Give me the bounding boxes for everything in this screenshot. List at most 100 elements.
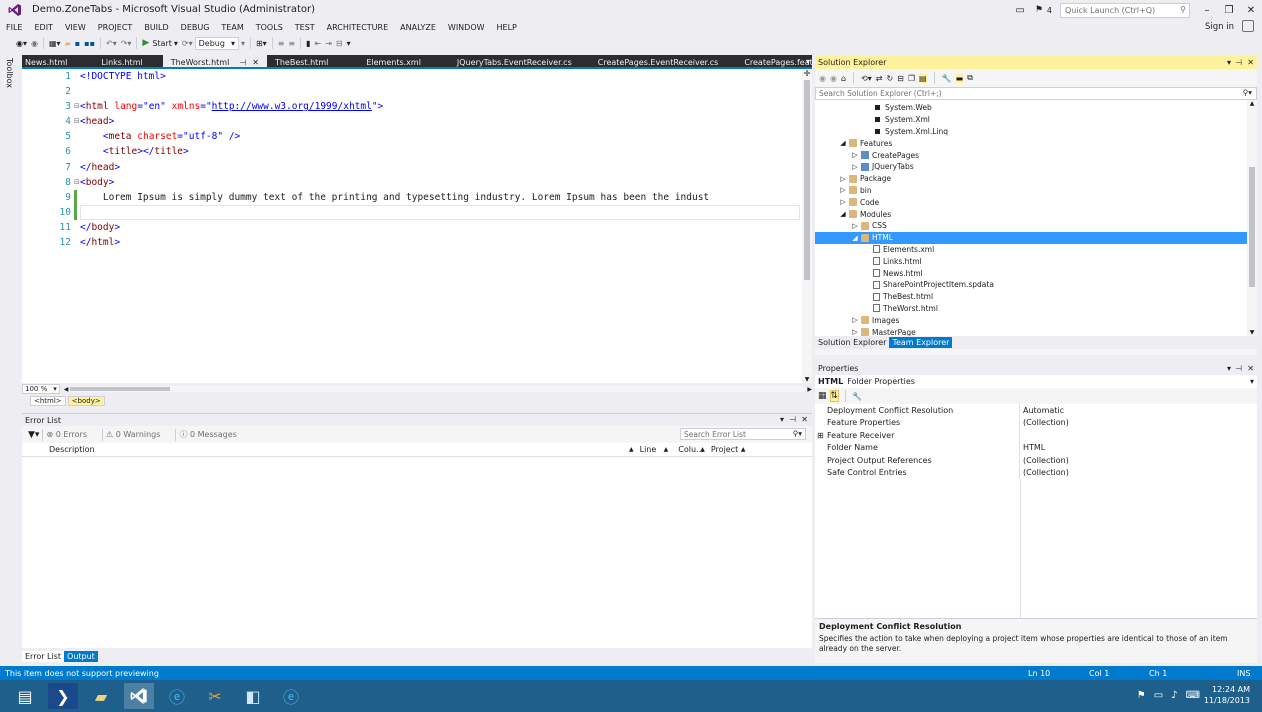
browser-link-icon[interactable]: ⊞▾ <box>256 36 267 50</box>
tree-item[interactable]: System.Xml <box>815 114 1257 126</box>
zoom-dropdown[interactable]: 100 % ▾ <box>22 384 60 394</box>
scroll-down-icon[interactable]: ▼ <box>802 376 812 383</box>
tools-icon[interactable]: ✂ <box>200 683 230 709</box>
indent-icon[interactable]: ≡ <box>278 36 285 50</box>
preview-icon[interactable]: ▬ <box>955 73 964 83</box>
copy-icon[interactable]: ❐ <box>908 74 915 83</box>
tree-item[interactable]: TheBest.html <box>815 291 1257 303</box>
collapsed-arrow-icon[interactable]: ▷ <box>839 186 847 194</box>
menu-edit[interactable]: EDIT <box>28 23 58 32</box>
menu-build[interactable]: BUILD <box>138 23 174 32</box>
collapse-all-icon[interactable]: ⊟ <box>897 74 904 83</box>
collapsed-arrow-icon[interactable]: ▷ <box>851 316 859 324</box>
code-editor[interactable]: 1 2 3 4 5 6 7 8 9 10 11 12 ⊟ ⊟ ⊟ <!DOCTY… <box>22 69 812 383</box>
expanded-arrow-icon[interactable]: ◢ <box>839 210 847 218</box>
property-row[interactable]: Safe Control Entries (Collection) <box>815 466 1257 479</box>
categorized-icon[interactable]: ▦ <box>818 391 827 401</box>
notification-flag-icon[interactable]: ⚑ <box>1035 5 1043 15</box>
tree-item[interactable]: ▷ Code <box>815 196 1257 208</box>
file-explorer-icon[interactable]: ▰ <box>86 683 116 709</box>
pin-icon[interactable]: ⊣ <box>239 58 246 67</box>
tree-item[interactable]: ◢ HTML <box>815 231 1257 244</box>
tree-item[interactable]: ▷ Images <box>815 314 1257 326</box>
toolbar-options-icon[interactable]: ▾ <box>241 36 245 50</box>
horizontal-scrollbar[interactable] <box>70 386 806 392</box>
menu-test[interactable]: TEST <box>289 23 321 32</box>
taskbar-clock[interactable]: 12:24 AM 11/18/2013 <box>1204 684 1250 706</box>
tree-item[interactable]: News.html <box>815 267 1257 279</box>
menu-view[interactable]: VIEW <box>59 23 92 32</box>
bookmark-prev-icon[interactable]: ⇤ <box>315 36 322 50</box>
expand-icon[interactable]: ⊞ <box>817 431 824 440</box>
menu-team[interactable]: TEAM <box>215 23 249 32</box>
tray-volume-icon[interactable]: ♪ <box>1171 690 1177 701</box>
tabs-dropdown-icon[interactable]: ▾ <box>806 57 810 66</box>
tree-item[interactable]: Links.html <box>815 255 1257 267</box>
notification-count[interactable]: 4 <box>1047 6 1052 15</box>
menu-window[interactable]: WINDOW <box>442 23 491 32</box>
column-header-line[interactable]: Line <box>640 445 664 454</box>
close-button[interactable]: ✕ <box>1240 5 1262 16</box>
forward-icon[interactable]: ◉ <box>31 36 38 50</box>
history-icon[interactable]: ⟲▾ <box>861 74 872 83</box>
back-icon[interactable]: ◉▾ <box>16 36 27 50</box>
tree-item[interactable]: ▷ JQueryTabs <box>815 161 1257 173</box>
property-row[interactable]: Project Output References (Collection) <box>815 454 1257 467</box>
tree-item[interactable]: ▷ CreatePages <box>815 149 1257 161</box>
property-pages-icon[interactable]: 🔧 <box>852 392 862 401</box>
property-row[interactable]: Feature Properties (Collection) <box>815 416 1257 430</box>
redo-icon[interactable]: ↷▾ <box>121 36 132 50</box>
pin-icon[interactable]: ⊣ <box>789 415 796 424</box>
avatar[interactable] <box>1242 20 1254 32</box>
tree-vertical-scrollbar[interactable]: ▲ ▼ <box>1247 100 1257 336</box>
properties-wrench-icon[interactable]: 🔧 <box>942 74 952 83</box>
restore-button[interactable]: ❐ <box>1218 5 1240 16</box>
property-value[interactable]: (Collection) <box>1020 417 1069 430</box>
close-icon[interactable]: ✕ <box>1247 364 1254 373</box>
expanded-arrow-icon[interactable]: ◢ <box>839 139 847 147</box>
solution-tree[interactable]: System.Web System.Xml System.Xml.Linq ◢ Feat… <box>815 100 1257 336</box>
scroll-thumb[interactable] <box>804 80 810 280</box>
error-list-body[interactable] <box>22 457 812 648</box>
refresh-icon[interactable]: ⟳▾ <box>182 36 193 50</box>
breadcrumb-body[interactable]: <body> <box>67 396 105 406</box>
internet-explorer-icon[interactable]: ⓔ <box>162 683 192 709</box>
collapsed-arrow-icon[interactable]: ▷ <box>851 151 859 159</box>
tray-flag-icon[interactable]: ⚑ <box>1137 690 1146 701</box>
visual-studio-taskbar-icon[interactable] <box>124 683 154 709</box>
close-icon[interactable]: ✕ <box>1247 58 1254 67</box>
bookmark-next-icon[interactable]: ⇥ <box>325 36 332 50</box>
save-icon[interactable]: ▪ <box>75 36 80 50</box>
code-area[interactable]: <!DOCTYPE html> <html lang="en" xmlns="h… <box>80 69 800 383</box>
column-header-column[interactable]: Colu... <box>678 445 703 454</box>
outdent-icon[interactable]: ≡ <box>288 36 295 50</box>
errors-toggle[interactable]: ⊗ 0 Errors <box>46 430 87 439</box>
toolbar-overflow-icon[interactable]: ▾ <box>347 36 351 50</box>
collapsed-arrow-icon[interactable]: ▷ <box>851 163 859 171</box>
toolbox-tab[interactable]: Toolbox <box>5 58 14 88</box>
column-header-description[interactable]: Description <box>49 445 629 454</box>
tree-item[interactable]: ◢ Features <box>815 137 1257 149</box>
tray-network-icon[interactable]: ▭ <box>1154 690 1163 701</box>
undo-icon[interactable]: ↶▾ <box>106 36 117 50</box>
pin-icon[interactable]: ⊣ <box>1235 364 1242 373</box>
scroll-left-icon[interactable]: ◀ <box>64 386 69 393</box>
tab-output[interactable]: Output <box>64 650 98 662</box>
tree-item[interactable]: TheWorst.html <box>815 303 1257 315</box>
scroll-up-icon[interactable]: ▲ <box>1247 100 1257 107</box>
menu-project[interactable]: PROJECT <box>92 23 139 32</box>
menu-help[interactable]: HELP <box>491 23 523 32</box>
sync-icon[interactable]: ⇄ <box>876 74 883 83</box>
tree-item[interactable]: ▷ bin <box>815 185 1257 197</box>
bookmark-icon[interactable]: ▮ <box>306 36 310 50</box>
collapsed-arrow-icon[interactable]: ▷ <box>851 222 859 230</box>
property-row[interactable]: Folder Name HTML <box>815 441 1257 454</box>
column-header-project[interactable]: Project <box>711 445 741 454</box>
tree-item[interactable]: System.Xml.Linq <box>815 126 1257 138</box>
collapsed-arrow-icon[interactable]: ▷ <box>839 198 847 206</box>
property-grid[interactable]: Deployment Conflict Resolution Automatic F… <box>815 404 1257 618</box>
tree-item[interactable]: ◢ Modules <box>815 208 1257 220</box>
alphabetical-icon[interactable]: ⇅ <box>829 390 840 402</box>
feedback-icon[interactable]: ▭ <box>1015 5 1024 16</box>
start-button[interactable]: ▶ Start ▾ <box>142 36 177 50</box>
